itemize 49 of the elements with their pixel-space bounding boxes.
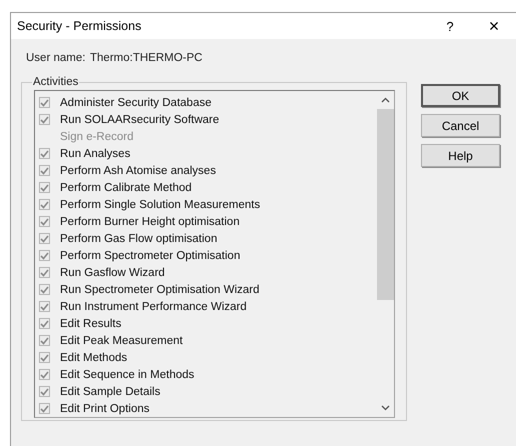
activity-label: Run Gasflow Wizard — [60, 266, 165, 278]
activity-label: Perform Spectrometer Optimisation — [60, 250, 240, 262]
activity-label: Perform Gas Flow optimisation — [60, 232, 218, 244]
checkbox[interactable] — [39, 352, 50, 363]
user-name-value: Thermo:THERMO-PC — [90, 52, 202, 66]
window-title: Security - Permissions — [17, 19, 142, 33]
activity-label: Perform Calibrate Method — [60, 182, 192, 194]
scroll-down-icon[interactable] — [381, 405, 390, 411]
activity-label: Administer Security Database — [60, 96, 212, 108]
activity-label: Perform Burner Height optimisation — [60, 216, 240, 228]
checkbox[interactable] — [39, 97, 50, 108]
user-name-label: User name: — [26, 52, 86, 66]
checkbox[interactable] — [39, 301, 50, 312]
checkbox[interactable] — [39, 199, 50, 210]
group-title: Activities — [32, 76, 80, 88]
activity-label: Sign e-Record — [60, 130, 134, 142]
activity-label: Edit Methods — [60, 352, 128, 364]
activity-label: Edit Print Options — [60, 402, 150, 414]
checkbox[interactable] — [39, 114, 50, 125]
activity-label: Edit Sample Details — [60, 386, 160, 398]
help-button[interactable]: ? — [428, 13, 472, 39]
activity-label: Run SOLAARsecurity Software — [60, 114, 220, 126]
activity-label: Edit Sequence in Methods — [60, 368, 194, 380]
activity-label: Run Analyses — [60, 148, 130, 160]
checkbox[interactable] — [39, 403, 50, 414]
activity-label: Perform Ash Atomise analyses — [60, 164, 216, 176]
dialog-button[interactable]: Cancel — [421, 114, 500, 137]
checkbox[interactable] — [39, 250, 50, 261]
close-button[interactable]: × — [472, 13, 516, 39]
checkbox[interactable] — [39, 284, 50, 295]
checkbox[interactable] — [39, 182, 50, 193]
checkbox[interactable] — [39, 267, 50, 278]
checkbox[interactable] — [39, 165, 50, 176]
checkbox[interactable] — [39, 386, 50, 397]
checkbox[interactable] — [39, 318, 50, 329]
checkbox[interactable] — [39, 148, 50, 159]
checkbox[interactable] — [39, 335, 50, 346]
dialog-button[interactable]: OK — [421, 84, 500, 107]
scrollbar-thumb[interactable] — [377, 109, 394, 300]
checkbox[interactable] — [39, 369, 50, 380]
activity-label: Edit Results — [60, 318, 122, 330]
dialog-button[interactable]: Help — [421, 144, 500, 167]
activity-label: Perform Single Solution Measurements — [60, 198, 260, 210]
activity-label: Edit Peak Measurement — [60, 334, 183, 346]
checkbox[interactable] — [39, 233, 50, 244]
checkbox[interactable] — [39, 216, 50, 227]
activity-label: Run Instrument Performance Wizard — [60, 300, 247, 312]
scroll-up-icon[interactable] — [381, 97, 390, 103]
activity-label: Run Spectrometer Optimisation Wizard — [60, 284, 260, 296]
